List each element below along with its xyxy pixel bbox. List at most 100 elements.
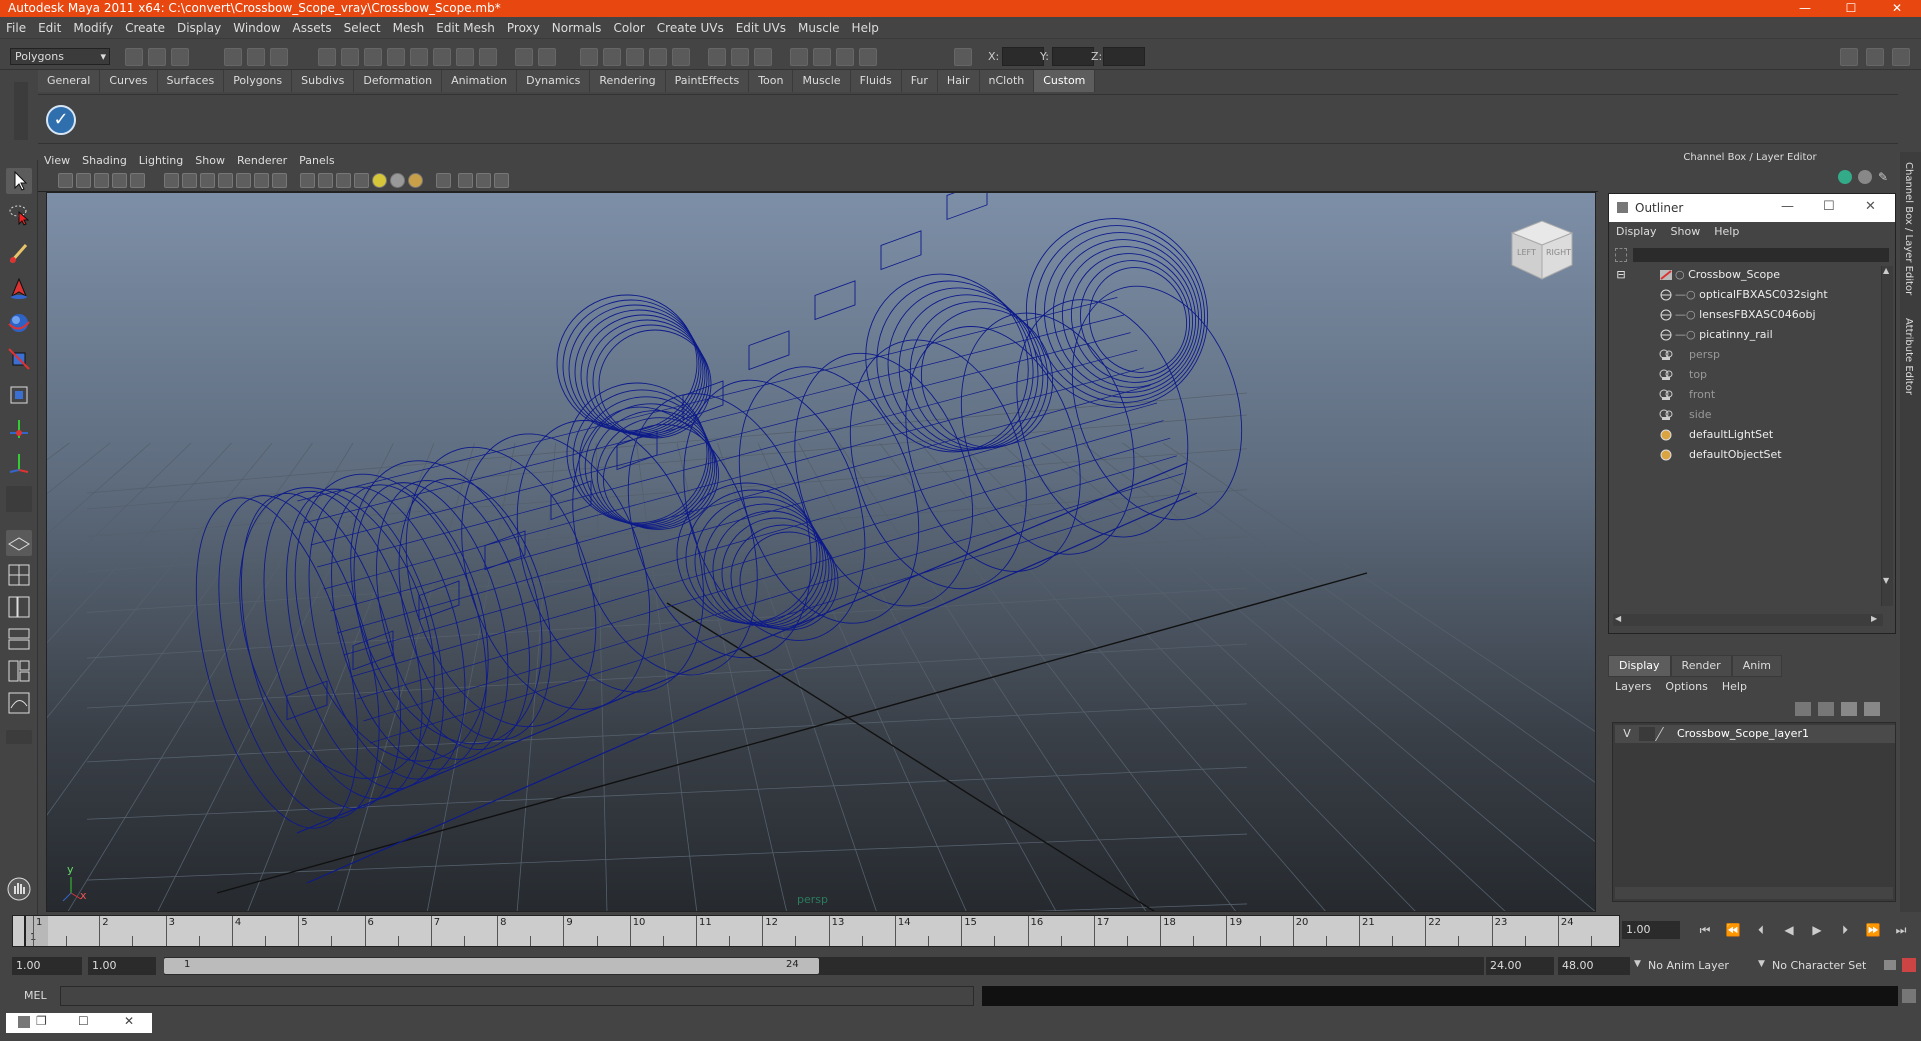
menu-edit-uvs[interactable]: Edit UVs	[730, 17, 792, 39]
tab-curves[interactable]: Curves	[100, 70, 158, 92]
toggle-channel-box-icon[interactable]	[1840, 48, 1858, 66]
collapse-icon[interactable]: ⊟	[1613, 266, 1629, 284]
step-forward-frame-icon[interactable]: ⏩	[1864, 921, 1882, 939]
select-dynamics-icon[interactable]	[433, 48, 451, 66]
playback-start-field[interactable]: 1.00	[88, 957, 156, 975]
menu-help[interactable]: Help	[846, 17, 885, 39]
menu-set-selector[interactable]: Polygons ▾	[10, 48, 110, 65]
tab-surfaces[interactable]: Surfaces	[157, 70, 225, 92]
outliner-item[interactable]: persp	[1689, 346, 1720, 364]
viewport-menu-show[interactable]: Show	[189, 152, 231, 170]
animation-preferences-icon[interactable]	[1902, 958, 1916, 972]
outliner-item[interactable]: —○ picatinny_rail	[1675, 326, 1773, 344]
play-forwards-icon[interactable]: ▶	[1808, 921, 1826, 939]
hypershade-layout-icon[interactable]	[6, 658, 32, 684]
layer-menu-options[interactable]: Options	[1658, 677, 1714, 697]
command-input[interactable]	[60, 986, 974, 1006]
mel-label[interactable]: MEL	[24, 989, 47, 1002]
make-live-icon[interactable]	[672, 48, 690, 66]
open-scene-icon[interactable]	[148, 48, 166, 66]
scroll-down-icon[interactable]: ▼	[1883, 576, 1889, 585]
viewport-menu-panels[interactable]: Panels	[293, 152, 340, 170]
checkmark-icon[interactable]: ✓	[46, 105, 76, 135]
new-layer-icon[interactable]	[1841, 702, 1857, 716]
minimize-button[interactable]: —	[1782, 0, 1828, 17]
layer-visibility-toggle[interactable]: V	[1619, 727, 1635, 740]
persp-graph-layout-icon[interactable]	[6, 626, 32, 652]
tab-general[interactable]: General	[38, 70, 101, 92]
restore-icon[interactable]: ❐	[36, 1014, 47, 1028]
gate-mask-icon[interactable]	[200, 173, 215, 188]
outliner-menu-help[interactable]: Help	[1707, 222, 1746, 242]
close-button[interactable]: ✕	[1874, 0, 1920, 17]
lasso-tool-icon[interactable]	[6, 202, 32, 228]
close-icon[interactable]: ✕	[124, 1014, 134, 1028]
new-layer-selected-icon[interactable]	[1864, 702, 1880, 716]
persp-outliner-layout-icon[interactable]	[6, 594, 32, 620]
outliner-item[interactable]: ○ Crossbow_Scope	[1675, 266, 1780, 284]
tab-layer-anim[interactable]: Anim	[1731, 655, 1782, 677]
filter-toggle-icon[interactable]	[1615, 248, 1627, 262]
rotate-tool-icon[interactable]	[6, 310, 32, 336]
universal-manipulator-icon[interactable]	[6, 382, 32, 408]
script-editor-icon[interactable]	[1902, 989, 1916, 1003]
menu-file[interactable]: File	[0, 17, 32, 39]
step-back-frame-icon[interactable]: ⏪	[1724, 921, 1742, 939]
snap-curve-icon[interactable]	[603, 48, 621, 66]
menu-edit-mesh[interactable]: Edit Mesh	[430, 17, 501, 39]
shelf-menu-handle[interactable]	[14, 82, 28, 140]
menu-create-uvs[interactable]: Create UVs	[651, 17, 730, 39]
camera-attributes-icon[interactable]	[76, 173, 91, 188]
x-field[interactable]	[1002, 47, 1044, 66]
z-field[interactable]	[1103, 47, 1145, 66]
outliner-item[interactable]: defaultLightSet	[1689, 426, 1773, 444]
scroll-up-icon[interactable]: ▲	[1883, 266, 1889, 275]
hud-icon[interactable]	[272, 173, 287, 188]
render-frame-icon[interactable]	[813, 48, 831, 66]
maximize-icon[interactable]: ☐	[78, 1014, 89, 1028]
menu-edit[interactable]: Edit	[32, 17, 67, 39]
image-plane-icon[interactable]	[112, 173, 127, 188]
tab-subdivs[interactable]: Subdivs	[292, 70, 355, 92]
layer-color-icon[interactable]	[1654, 727, 1676, 741]
menu-display[interactable]: Display	[171, 17, 227, 39]
output-ops-icon[interactable]	[731, 48, 749, 66]
menu-normals[interactable]: Normals	[546, 17, 608, 39]
character-set-selector[interactable]: No Character Set	[1772, 957, 1882, 975]
outliner-item[interactable]: —○ lensesFBXASC046obj	[1675, 306, 1816, 324]
outliner-item[interactable]: —○ opticalFBXASC032sight	[1675, 286, 1828, 304]
layer-move-down-icon[interactable]	[1818, 702, 1834, 716]
layer-move-up-icon[interactable]	[1795, 702, 1811, 716]
select-component-icon[interactable]	[270, 48, 288, 66]
safe-action-icon[interactable]	[236, 173, 251, 188]
scroll-right-icon[interactable]: ▶	[1871, 614, 1877, 623]
view-cube[interactable]: LEFT RIGHT	[1510, 220, 1574, 280]
step-forward-key-icon[interactable]: ⏵	[1836, 921, 1854, 939]
select-joints-icon[interactable]	[341, 48, 359, 66]
snap-point-icon[interactable]	[626, 48, 644, 66]
layer-playback-toggle[interactable]	[1639, 727, 1655, 741]
xray-icon[interactable]	[458, 173, 473, 188]
range-slider[interactable]: 1 24	[164, 957, 1484, 975]
outliner-item[interactable]: top	[1689, 366, 1707, 384]
toggle-attribute-editor-icon[interactable]	[1866, 48, 1884, 66]
outliner-item[interactable]: defaultObjectSet	[1689, 446, 1782, 464]
tab-deformation[interactable]: Deformation	[354, 70, 443, 92]
outliner-menu-show[interactable]: Show	[1664, 222, 1708, 242]
step-back-key-icon[interactable]: ⏴	[1752, 921, 1770, 939]
channel-box-icon[interactable]	[1838, 170, 1852, 184]
move-tool-icon[interactable]	[6, 276, 32, 302]
tab-painteffects[interactable]: PaintEffects	[665, 70, 750, 92]
tab-toon[interactable]: Toon	[749, 70, 794, 92]
tab-fur[interactable]: Fur	[901, 70, 938, 92]
tab-custom[interactable]: Custom	[1034, 70, 1096, 92]
layer-menu-help[interactable]: Help	[1715, 677, 1754, 697]
scroll-left-icon[interactable]: ◀	[1615, 614, 1621, 623]
tab-polygons[interactable]: Polygons	[224, 70, 293, 92]
outliner-close-button[interactable]: ✕	[1865, 199, 1876, 214]
layer-row[interactable]: V Crossbow_Scope_layer1	[1615, 725, 1895, 743]
textured-icon[interactable]	[354, 173, 369, 188]
character-set-dropdown-icon[interactable]: ▼	[1758, 959, 1765, 969]
scale-tool-icon[interactable]	[6, 346, 32, 372]
xray-components-icon[interactable]	[494, 173, 509, 188]
